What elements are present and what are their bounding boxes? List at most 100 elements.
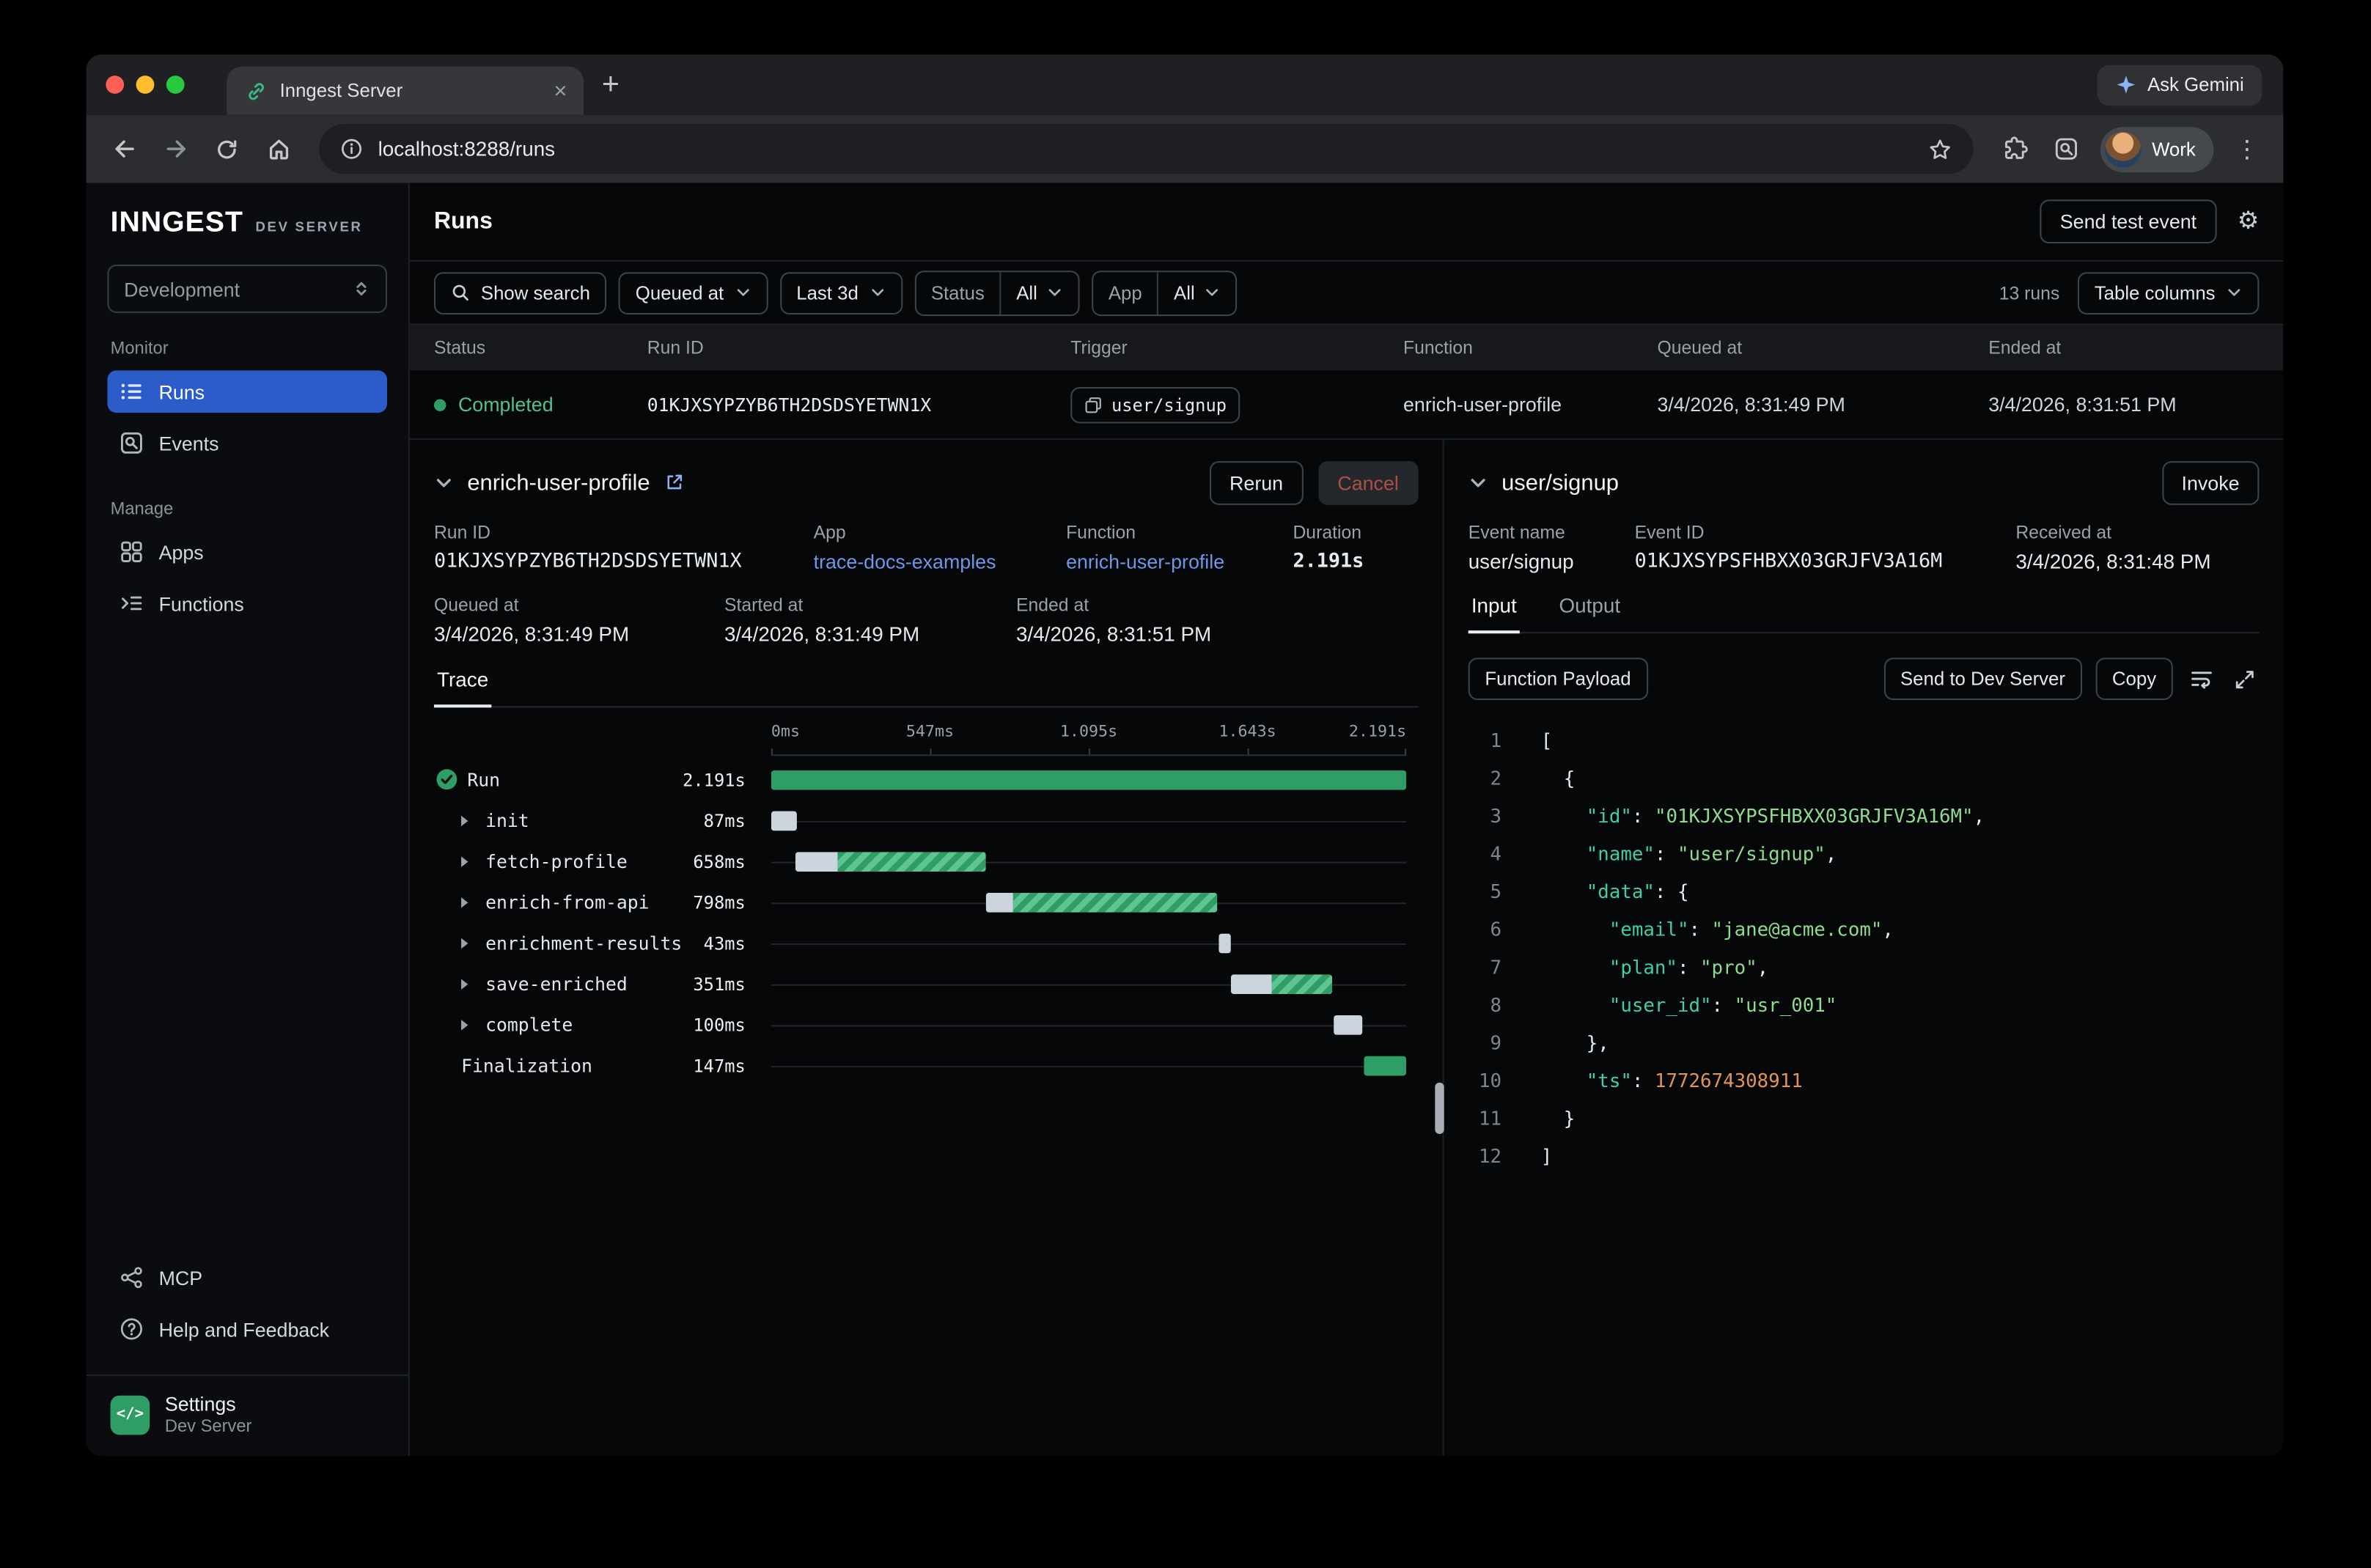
- sidebar-item-runs[interactable]: Runs: [107, 370, 387, 413]
- trace-row-complete[interactable]: complete100ms: [434, 1004, 1419, 1045]
- minimize-window-button[interactable]: [136, 76, 155, 94]
- line-content: "data": {: [1541, 872, 1689, 910]
- span-bar[interactable]: [1230, 973, 1332, 993]
- extensions-puzzle-icon[interactable]: [1991, 126, 2037, 172]
- span-bar[interactable]: [795, 851, 986, 871]
- forward-button[interactable]: [152, 126, 198, 172]
- code-line: 10 "ts": 1772674308911: [1468, 1061, 2260, 1100]
- trace-row-finalization[interactable]: Finalization147ms: [434, 1045, 1419, 1086]
- external-link-icon[interactable]: [663, 472, 685, 493]
- ask-gemini-button[interactable]: Ask Gemini: [2098, 65, 2262, 106]
- line-number: 5: [1468, 872, 1501, 910]
- caret-right-icon[interactable]: [452, 853, 477, 869]
- function-link[interactable]: enrich-user-profile: [1066, 551, 1293, 573]
- settings-block[interactable]: </> Settings Dev Server: [87, 1374, 408, 1456]
- code-settings-icon: </>: [111, 1395, 150, 1435]
- column-header: Ended at: [1988, 337, 2283, 358]
- gear-icon[interactable]: ⚙: [2238, 210, 2260, 234]
- inngest-logo: INNGEST: [111, 207, 243, 240]
- home-button[interactable]: [256, 126, 301, 172]
- sidebar-item-help[interactable]: Help and Feedback: [107, 1308, 387, 1350]
- bookmark-star-icon[interactable]: [1928, 137, 1952, 161]
- trace-row-fetch-profile[interactable]: fetch-profile658ms: [434, 841, 1419, 882]
- tab-trace[interactable]: Trace: [434, 669, 491, 708]
- site-info-icon[interactable]: [340, 138, 363, 161]
- app-filter-value[interactable]: All: [1158, 282, 1235, 303]
- caret-right-icon[interactable]: [452, 813, 477, 828]
- sidebar-item-events[interactable]: Events: [107, 422, 387, 464]
- trace-row-init[interactable]: init87ms: [434, 800, 1419, 841]
- browser-menu-icon[interactable]: ⋮: [2226, 134, 2268, 164]
- caret-right-icon[interactable]: [452, 935, 477, 951]
- caret-right-icon[interactable]: [452, 894, 477, 910]
- address-bar[interactable]: localhost:8288/runs: [319, 124, 1974, 174]
- main-header: Runs Send test event ⚙: [410, 183, 2283, 262]
- profile-chip[interactable]: Work: [2100, 126, 2214, 172]
- time-range-filter-button[interactable]: Last 3d: [780, 271, 903, 314]
- table-row[interactable]: Completed 01KJXSYPZYB6TH2DSDSYETWN1X use…: [410, 370, 2283, 440]
- word-wrap-icon[interactable]: [2186, 667, 2216, 691]
- url-text[interactable]: localhost:8288/runs: [378, 138, 555, 161]
- sidebar-item-label: Apps: [159, 540, 204, 563]
- payload-code[interactable]: 1[2 {3 "id": "01KJXSYPSFHBXX03GRJFV3A16M…: [1468, 721, 2260, 1175]
- span-bar[interactable]: [987, 892, 1218, 912]
- span-label-cell: Finalization147ms: [434, 1055, 771, 1076]
- sidebar-item-mcp[interactable]: MCP: [107, 1256, 387, 1299]
- status-filter[interactable]: Status All: [914, 270, 1080, 315]
- reload-button[interactable]: [204, 126, 249, 172]
- tab-search-icon[interactable]: [2043, 126, 2089, 172]
- sidebar-item-apps[interactable]: Apps: [107, 531, 387, 573]
- span-bar[interactable]: [1334, 1015, 1363, 1034]
- span-bar[interactable]: [1364, 1056, 1406, 1075]
- manage-section-label: Manage: [111, 501, 384, 519]
- span-bar[interactable]: [771, 770, 1406, 789]
- sidebar-item-functions[interactable]: Functions: [107, 582, 387, 625]
- span-bar[interactable]: [771, 811, 796, 831]
- app-filter[interactable]: App All: [1092, 270, 1237, 315]
- scrollbar-thumb[interactable]: [1435, 1083, 1444, 1134]
- trace-row-enrich-from-api[interactable]: enrich-from-api798ms: [434, 881, 1419, 922]
- app-link[interactable]: trace-docs-examples: [814, 551, 1066, 573]
- caret-right-icon[interactable]: [452, 1017, 477, 1032]
- trace-row-save-enriched[interactable]: save-enriched351ms: [434, 963, 1419, 1004]
- inngest-app: INNGEST DEV SERVER Development Monitor R…: [87, 183, 2284, 1457]
- zoom-window-button[interactable]: [166, 76, 185, 94]
- window-controls: [106, 76, 184, 94]
- invoke-button[interactable]: Invoke: [2162, 460, 2260, 504]
- close-window-button[interactable]: [106, 76, 124, 94]
- trace-row-run[interactable]: Run2.191s: [434, 759, 1419, 800]
- event-stack-icon: [1084, 395, 1103, 413]
- settings-title: Settings: [165, 1393, 252, 1416]
- caret-right-icon[interactable]: [452, 976, 477, 991]
- cancel-button[interactable]: Cancel: [1318, 460, 1419, 504]
- tab-input[interactable]: Input: [1468, 595, 1520, 634]
- span-label-cell: fetch-profile658ms: [434, 850, 771, 872]
- environment-select[interactable]: Development: [107, 265, 387, 313]
- tab-title: Inngest Server: [280, 80, 537, 101]
- expand-icon[interactable]: [2230, 668, 2259, 691]
- collapse-chevron-icon[interactable]: [1468, 473, 1488, 493]
- span-bar[interactable]: [1219, 933, 1232, 953]
- send-test-event-button[interactable]: Send test event: [2040, 199, 2216, 243]
- rerun-button[interactable]: Rerun: [1210, 460, 1303, 504]
- sidebar-item-label: Runs: [159, 380, 205, 403]
- queued-at-filter-button[interactable]: Queued at: [619, 271, 768, 314]
- sidebar-spacer: [107, 633, 387, 1256]
- tab-output[interactable]: Output: [1556, 595, 1623, 634]
- show-search-button[interactable]: Show search: [434, 271, 607, 314]
- send-to-dev-server-button[interactable]: Send to Dev Server: [1883, 658, 2081, 700]
- browser-tab[interactable]: Inngest Server ×: [227, 67, 584, 115]
- status-filter-value[interactable]: All: [1001, 282, 1078, 303]
- collapse-chevron-icon[interactable]: [434, 473, 454, 493]
- tab-close-icon[interactable]: ×: [549, 79, 571, 102]
- monitor-section-label: Monitor: [111, 340, 384, 358]
- function-payload-button[interactable]: Function Payload: [1468, 658, 1648, 700]
- line-content: }: [1541, 1099, 1576, 1137]
- back-button[interactable]: [101, 126, 147, 172]
- trace-row-enrichment-results[interactable]: enrichment-results43ms: [434, 922, 1419, 963]
- new-tab-button[interactable]: +: [602, 70, 620, 100]
- copy-button[interactable]: Copy: [2095, 658, 2173, 700]
- trigger-badge[interactable]: user/signup: [1070, 386, 1240, 423]
- table-columns-button[interactable]: Table columns: [2078, 271, 2259, 314]
- line-content: "id": "01KJXSYPSFHBXX03GRJFV3A16M",: [1541, 797, 1985, 835]
